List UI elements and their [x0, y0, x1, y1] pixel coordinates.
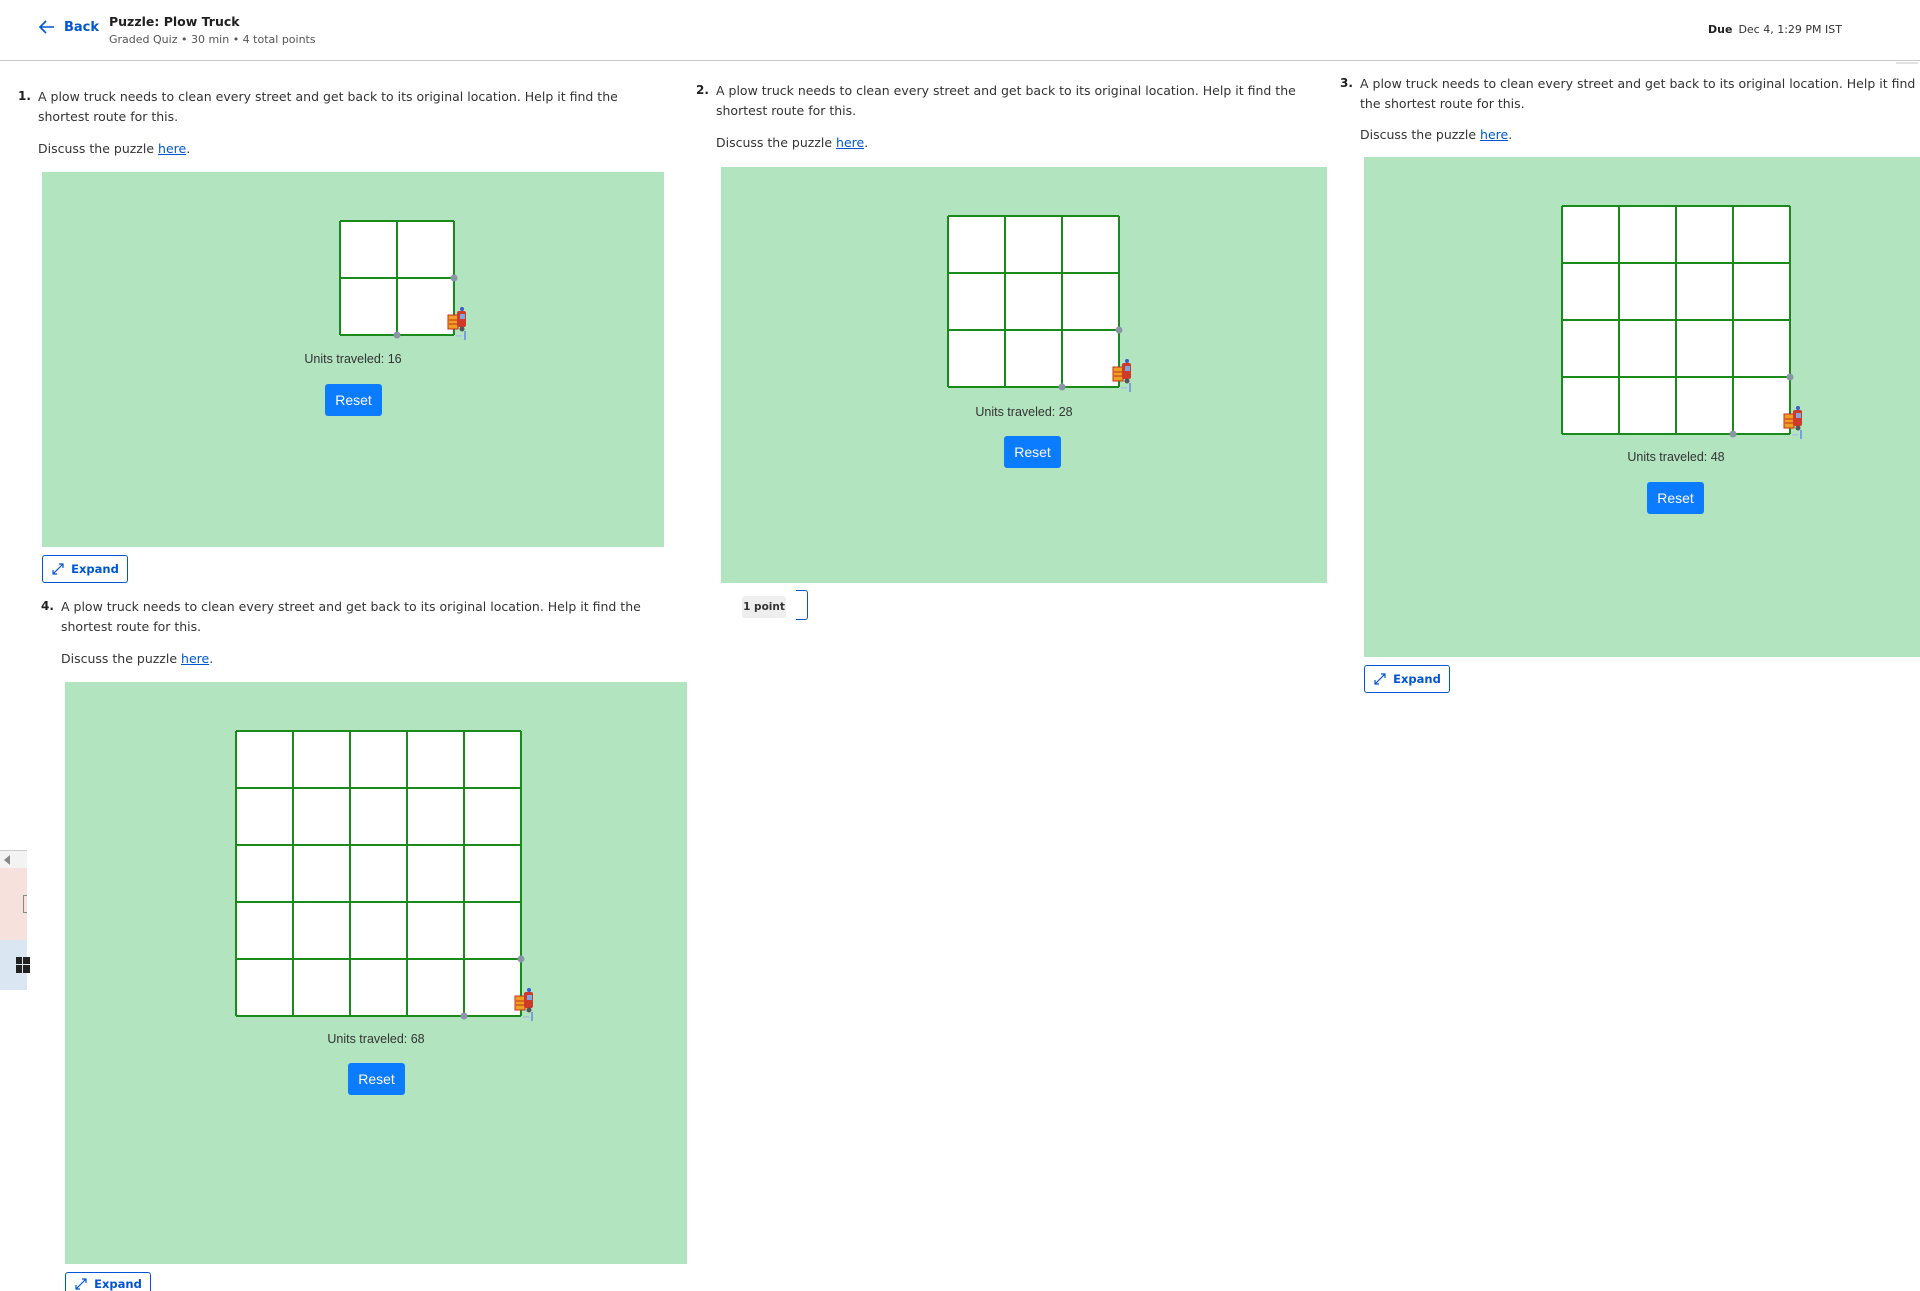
expand-arrows-icon: [1374, 673, 1386, 685]
discuss-link[interactable]: here: [1480, 127, 1508, 142]
puzzle-board[interactable]: Units traveled: 28 Reset: [721, 167, 1327, 583]
reset-button[interactable]: Reset: [325, 384, 382, 416]
quiz-subtitle: Graded Quiz • 30 min • 4 total points: [109, 33, 316, 46]
discuss-line: Discuss the puzzle here.: [716, 135, 868, 150]
discuss-suffix: .: [1508, 127, 1513, 142]
discuss-suffix: .: [186, 141, 191, 156]
grid-background: [948, 216, 1119, 387]
path-node: [1115, 326, 1123, 334]
units-traveled: Units traveled: 68: [327, 1032, 425, 1046]
question-text-content: A plow truck needs to clean every street…: [1360, 76, 1916, 111]
due-value: Dec 4, 1:29 PM IST: [1738, 23, 1842, 36]
discuss-link[interactable]: here: [158, 141, 186, 156]
path-node: [450, 274, 458, 282]
corner-divider: [1896, 62, 1918, 64]
puzzle-board[interactable]: Units traveled: 68 Reset: [65, 682, 687, 1264]
discuss-prefix: Discuss the puzzle: [38, 141, 159, 156]
points-badge: 1 point: [742, 596, 786, 618]
question-number: 1.: [18, 89, 31, 103]
expand-arrows-icon: [75, 1278, 87, 1290]
units-traveled: Units traveled: 16: [304, 352, 402, 366]
discuss-link[interactable]: here: [181, 651, 209, 666]
question-text: A plow truck needs to clean every street…: [1360, 74, 1920, 114]
discuss-link[interactable]: here: [836, 135, 864, 150]
quiz-header: Back Puzzle: Plow Truck Graded Quiz • 30…: [0, 0, 1920, 61]
street-grid[interactable]: [1364, 157, 1920, 657]
path-node: [517, 955, 525, 963]
discuss-suffix: .: [209, 651, 214, 666]
grid-background: [236, 731, 521, 1016]
expand-button[interactable]: Expand: [1364, 665, 1450, 693]
back-label: Back: [64, 19, 100, 35]
discuss-suffix: .: [864, 135, 869, 150]
reset-button[interactable]: Reset: [348, 1063, 405, 1095]
puzzle-board[interactable]: Units traveled: 48 Reset: [1364, 157, 1920, 657]
discuss-line: Discuss the puzzle here.: [61, 651, 213, 666]
question-number: 2.: [696, 83, 709, 97]
expand-button[interactable]: Expand: [42, 555, 128, 583]
discuss-prefix: Discuss the puzzle: [61, 651, 182, 666]
expand-button[interactable]: Expand: [65, 1272, 151, 1291]
discuss-prefix: Discuss the puzzle: [1360, 127, 1481, 142]
path-node: [1058, 383, 1066, 391]
expand-label: Expand: [94, 1277, 142, 1291]
points-bracket: [796, 590, 808, 620]
question-number: 4.: [41, 599, 54, 613]
discuss-line: Discuss the puzzle here.: [1360, 127, 1512, 142]
street-grid[interactable]: [65, 682, 687, 1264]
quiz-title: Puzzle: Plow Truck: [109, 14, 240, 29]
discuss-prefix: Discuss the puzzle: [716, 135, 837, 150]
question-text: A plow truck needs to clean every street…: [716, 83, 1296, 118]
expand-label: Expand: [71, 562, 119, 576]
expand-arrows-icon: [52, 563, 64, 575]
path-node: [393, 331, 401, 339]
back-button[interactable]: Back: [38, 18, 99, 36]
arrow-left-icon: [38, 20, 54, 34]
bracket-icon: [23, 895, 27, 913]
due-date: Due Dec 4, 1:29 PM IST: [1708, 23, 1842, 36]
question-text: A plow truck needs to clean every street…: [38, 89, 618, 124]
due-label: Due: [1708, 23, 1733, 36]
question-number: 3.: [1340, 76, 1353, 90]
street-grid[interactable]: [721, 167, 1327, 583]
discuss-line: Discuss the puzzle here.: [38, 141, 190, 156]
path-node: [1786, 373, 1794, 381]
reset-button[interactable]: Reset: [1647, 482, 1704, 514]
units-traveled: Units traveled: 28: [975, 405, 1073, 419]
puzzle-board[interactable]: Units traveled: 16 Reset: [42, 172, 664, 547]
chevron-left-icon: [4, 855, 10, 865]
path-node: [1729, 430, 1737, 438]
units-traveled: Units traveled: 48: [1627, 450, 1725, 464]
expand-label: Expand: [1393, 672, 1441, 686]
question-text: A plow truck needs to clean every street…: [61, 599, 641, 634]
path-node: [460, 1012, 468, 1020]
windows-logo-icon: [16, 957, 30, 973]
reset-button[interactable]: Reset: [1004, 436, 1061, 468]
